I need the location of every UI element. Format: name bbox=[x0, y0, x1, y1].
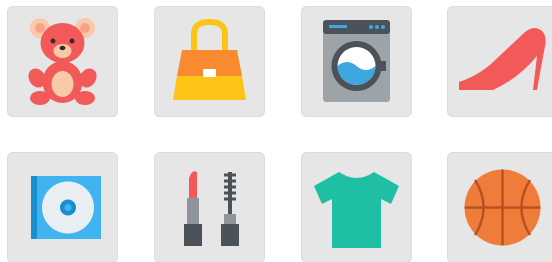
high-heel-shoe-icon bbox=[459, 28, 546, 90]
tile-sports[interactable] bbox=[447, 152, 552, 262]
tile-appliances[interactable] bbox=[301, 6, 412, 117]
tile-toys[interactable] bbox=[7, 6, 118, 117]
category-icon-grid bbox=[0, 0, 552, 262]
tile-bags[interactable] bbox=[154, 6, 265, 117]
tile-music[interactable] bbox=[7, 152, 118, 262]
tile-beauty[interactable] bbox=[154, 152, 265, 262]
t-shirt-icon bbox=[314, 172, 399, 248]
lipstick-mascara-icon bbox=[184, 171, 239, 246]
cd-disc-icon bbox=[31, 176, 101, 239]
tile-clothing[interactable] bbox=[301, 152, 412, 262]
teddy-bear-icon bbox=[28, 18, 97, 105]
washing-machine-icon bbox=[323, 20, 390, 102]
tile-shoes[interactable] bbox=[447, 6, 552, 117]
handbag-icon bbox=[173, 18, 246, 100]
basketball-icon bbox=[464, 169, 541, 246]
